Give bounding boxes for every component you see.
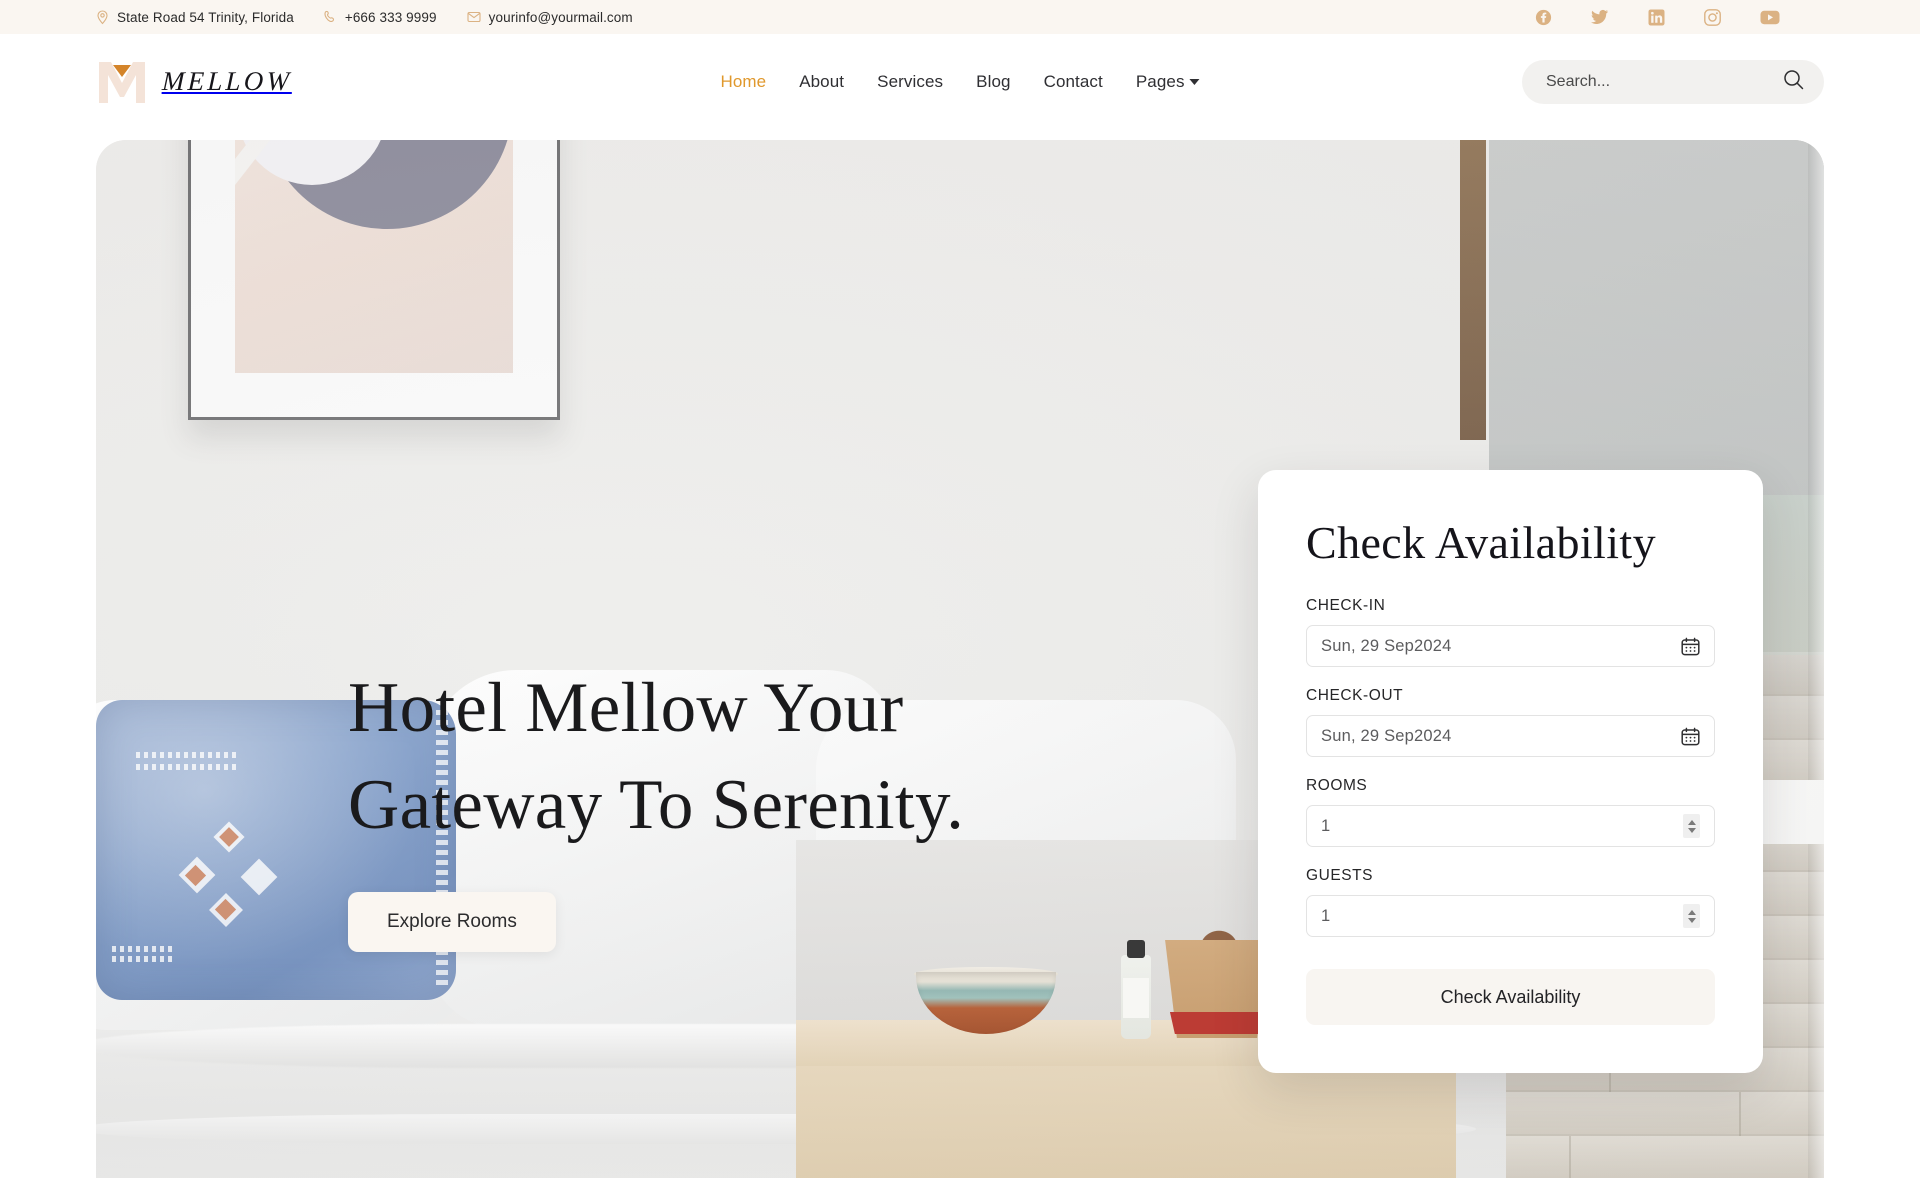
instagram-icon[interactable] bbox=[1704, 8, 1721, 26]
chevron-down-icon bbox=[1189, 79, 1200, 86]
artwork-squiggle-icon bbox=[241, 140, 471, 150]
nav-item-pages[interactable]: Pages bbox=[1136, 72, 1200, 92]
topbar-contact-group: State Road 54 Trinity, Florida +666 333 … bbox=[96, 10, 633, 25]
guests-label: GUESTS bbox=[1306, 867, 1374, 884]
site-header: MELLOW Home About Services Blog Contact … bbox=[0, 34, 1920, 129]
door-frame-wood-left bbox=[1460, 140, 1486, 440]
stepper-down-icon[interactable] bbox=[1687, 917, 1696, 923]
email-item[interactable]: yourinfo@yourmail.com bbox=[467, 10, 633, 25]
spray-bottle-cap bbox=[1127, 940, 1145, 958]
main-nav: Home About Services Blog Contact Pages bbox=[720, 72, 1200, 92]
checkout-field[interactable] bbox=[1306, 715, 1715, 757]
linkedin-icon[interactable] bbox=[1648, 9, 1665, 26]
youtube-icon[interactable] bbox=[1760, 10, 1780, 25]
stepper-up-icon[interactable] bbox=[1687, 909, 1696, 915]
calendar-icon[interactable] bbox=[1681, 637, 1700, 656]
framed-artwork bbox=[188, 140, 560, 420]
booking-title: Check Availability bbox=[1306, 517, 1656, 568]
check-availability-card: Check Availability CHECK-IN CHECK-OUT RO… bbox=[1258, 470, 1763, 1073]
hero-image: Hotel Mellow Your Gateway To Serenity. E… bbox=[96, 140, 1824, 1178]
rooms-label: ROOMS bbox=[1306, 777, 1368, 794]
nav-item-pages-label: Pages bbox=[1135, 71, 1185, 91]
top-bar: State Road 54 Trinity, Florida +666 333 … bbox=[0, 0, 1920, 34]
address-item: State Road 54 Trinity, Florida bbox=[96, 10, 294, 25]
guests-input[interactable] bbox=[1321, 906, 1683, 926]
upper-gray-wall bbox=[1489, 140, 1824, 500]
search-input[interactable] bbox=[1546, 72, 1783, 91]
facebook-icon[interactable] bbox=[1535, 9, 1552, 26]
calendar-icon[interactable] bbox=[1681, 727, 1700, 746]
phone-text: +666 333 9999 bbox=[344, 9, 437, 25]
brand-name: MELLOW bbox=[161, 66, 293, 96]
phone-icon bbox=[324, 10, 337, 24]
mellow-m-logo-icon bbox=[96, 59, 148, 105]
stepper-down-icon[interactable] bbox=[1687, 827, 1696, 833]
location-pin-icon bbox=[96, 9, 109, 25]
plant-pot-red-band bbox=[1169, 1012, 1265, 1034]
nav-item-blog[interactable]: Blog bbox=[976, 72, 1010, 92]
rooms-input[interactable] bbox=[1321, 816, 1683, 836]
guests-stepper[interactable] bbox=[1683, 904, 1700, 928]
checkin-field[interactable] bbox=[1306, 625, 1715, 667]
spray-bottle-label bbox=[1123, 978, 1149, 1018]
hero-title-line1: Hotel Mellow Your bbox=[348, 669, 904, 747]
artwork-canvas bbox=[235, 140, 513, 373]
hero-title: Hotel Mellow Your Gateway To Serenity. bbox=[348, 660, 1068, 854]
checkin-input[interactable] bbox=[1321, 636, 1681, 656]
door-edge bbox=[1808, 140, 1824, 1178]
email-text: yourinfo@yourmail.com bbox=[488, 9, 633, 25]
phone-item[interactable]: +666 333 9999 bbox=[324, 10, 437, 25]
nav-item-about[interactable]: About bbox=[799, 72, 844, 92]
nav-item-home[interactable]: Home bbox=[720, 72, 766, 92]
rooms-stepper[interactable] bbox=[1683, 814, 1700, 838]
twitter-icon[interactable] bbox=[1591, 9, 1609, 25]
social-links bbox=[1535, 8, 1824, 26]
nav-item-contact[interactable]: Contact bbox=[1044, 72, 1103, 92]
hero-copy: Hotel Mellow Your Gateway To Serenity. E… bbox=[348, 660, 1068, 952]
stepper-up-icon[interactable] bbox=[1687, 819, 1696, 825]
search-box[interactable] bbox=[1522, 59, 1824, 104]
envelope-icon bbox=[467, 11, 481, 23]
hero-section: Hotel Mellow Your Gateway To Serenity. E… bbox=[0, 129, 1920, 1178]
logo[interactable]: MELLOW bbox=[96, 59, 293, 105]
white-panel bbox=[1756, 780, 1824, 844]
nav-item-services[interactable]: Services bbox=[877, 72, 943, 92]
hero-title-line2: Gateway To Serenity. bbox=[348, 766, 965, 844]
checkin-label: CHECK-IN bbox=[1306, 597, 1386, 614]
search-icon[interactable] bbox=[1783, 69, 1804, 95]
address-text: State Road 54 Trinity, Florida bbox=[117, 9, 294, 25]
checkout-input[interactable] bbox=[1321, 726, 1681, 746]
rooms-field[interactable] bbox=[1306, 805, 1715, 847]
checkout-label: CHECK-OUT bbox=[1306, 687, 1404, 704]
search-container bbox=[1522, 59, 1824, 104]
explore-rooms-button[interactable]: Explore Rooms bbox=[348, 892, 556, 952]
guests-field[interactable] bbox=[1306, 895, 1715, 937]
check-availability-button[interactable]: Check Availability bbox=[1306, 969, 1715, 1025]
